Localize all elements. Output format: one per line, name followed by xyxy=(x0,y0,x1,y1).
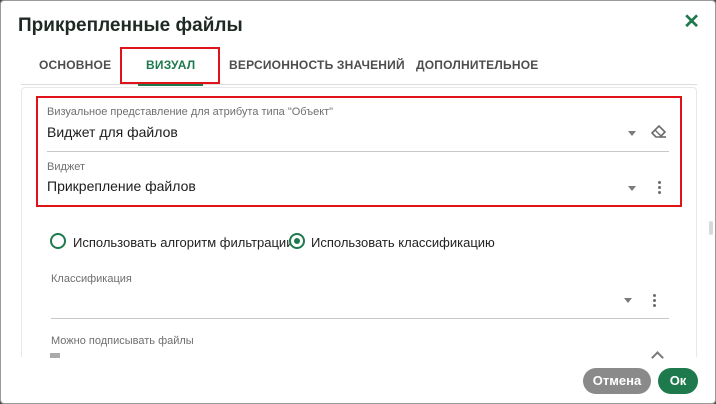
signing-label: Можно подписывать файлы xyxy=(51,335,194,347)
radio-classification[interactable] xyxy=(289,233,305,249)
radio-classification-label[interactable]: Использовать классификацию xyxy=(311,235,495,250)
chevron-down-icon[interactable] xyxy=(624,298,632,303)
eraser-icon[interactable] xyxy=(650,123,668,139)
classification-underline xyxy=(51,318,669,319)
chevron-down-icon[interactable] xyxy=(628,131,636,136)
representation-select[interactable]: Виджет для файлов xyxy=(47,124,178,140)
tab-additional[interactable]: ДОПОЛНИТЕЛЬНОЕ xyxy=(416,47,538,85)
tab-value-versioning[interactable]: ВЕРСИОННОСТЬ ЗНАЧЕНИЙ xyxy=(229,47,405,85)
chevron-down-icon[interactable] xyxy=(628,186,636,191)
widget-select[interactable]: Прикрепление файлов xyxy=(47,178,196,194)
scrollbar-thumb[interactable] xyxy=(709,221,713,235)
kebab-menu-icon[interactable] xyxy=(652,294,656,308)
widget-label: Виджет xyxy=(47,161,86,173)
close-icon[interactable]: ✕ xyxy=(683,9,700,34)
representation-underline xyxy=(47,151,669,152)
tab-general[interactable]: ОСНОВНОЕ xyxy=(39,47,111,85)
tab-visual[interactable]: ВИЗУАЛ xyxy=(137,47,204,86)
attached-files-dialog: Прикрепленные файлы ✕ ОСНОВНОЕ ВИЗУАЛ ВЕ… xyxy=(0,0,716,404)
dialog-title: Прикрепленные файлы xyxy=(18,15,243,36)
signing-value-cut xyxy=(50,353,60,358)
representation-label: Визуальное представление для атрибута ти… xyxy=(47,106,334,118)
kebab-menu-icon[interactable] xyxy=(657,181,661,195)
classification-label: Классификация xyxy=(51,273,132,285)
tab-bar: ОСНОВНОЕ ВИЗУАЛ ВЕРСИОННОСТЬ ЗНАЧЕНИЙ ДО… xyxy=(21,47,697,86)
radio-filter-algorithm[interactable] xyxy=(50,233,66,249)
cancel-button[interactable]: Отмена xyxy=(583,368,651,394)
radio-filter-algorithm-label[interactable]: Использовать алгоритм фильтрации xyxy=(73,235,293,250)
ok-button[interactable]: Ок xyxy=(658,368,698,394)
